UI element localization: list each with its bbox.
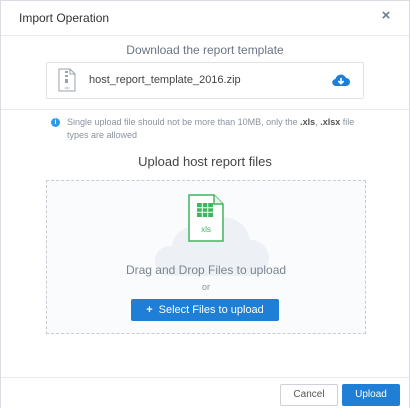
close-icon[interactable]: × [379, 8, 393, 23]
note-ext-xlsx: .xlsx [320, 117, 341, 127]
template-file-box: zip host_report_template_2016.zip [46, 62, 364, 99]
section-divider [1, 109, 409, 110]
cancel-button[interactable]: Cancel [280, 384, 338, 406]
cloud-download-icon[interactable] [331, 72, 351, 88]
xls-label: xls [201, 225, 211, 234]
dialog-header: Import Operation × [1, 1, 409, 36]
upload-size-note: Single upload file should not be more th… [67, 116, 367, 142]
note-ext-xls: .xls [300, 117, 316, 127]
select-files-button[interactable]: + Select Files to upload [131, 299, 279, 321]
import-operation-dialog: Import Operation × Download the report t… [0, 0, 410, 408]
xls-file-icon: xls [188, 194, 224, 242]
file-drop-zone[interactable]: xls Drag and Drop Files to upload or + Se… [46, 180, 366, 334]
svg-text:zip: zip [64, 85, 70, 90]
upload-button[interactable]: Upload [342, 384, 400, 406]
select-files-label: Select Files to upload [158, 304, 264, 316]
note-text: Single upload file should not be more th… [67, 117, 301, 127]
dialog-footer: Cancel Upload [1, 377, 409, 408]
drag-drop-text: Drag and Drop Files to upload [125, 263, 287, 277]
zip-file-icon: zip [58, 68, 76, 92]
template-file-name[interactable]: host_report_template_2016.zip [89, 74, 241, 86]
or-text: or [201, 282, 210, 292]
download-template-title: Download the report template [126, 43, 284, 57]
dialog-title: Import Operation [19, 11, 110, 25]
plus-icon: + [146, 304, 153, 316]
info-icon: i [51, 118, 60, 127]
upload-title: Upload host report files [138, 154, 272, 169]
